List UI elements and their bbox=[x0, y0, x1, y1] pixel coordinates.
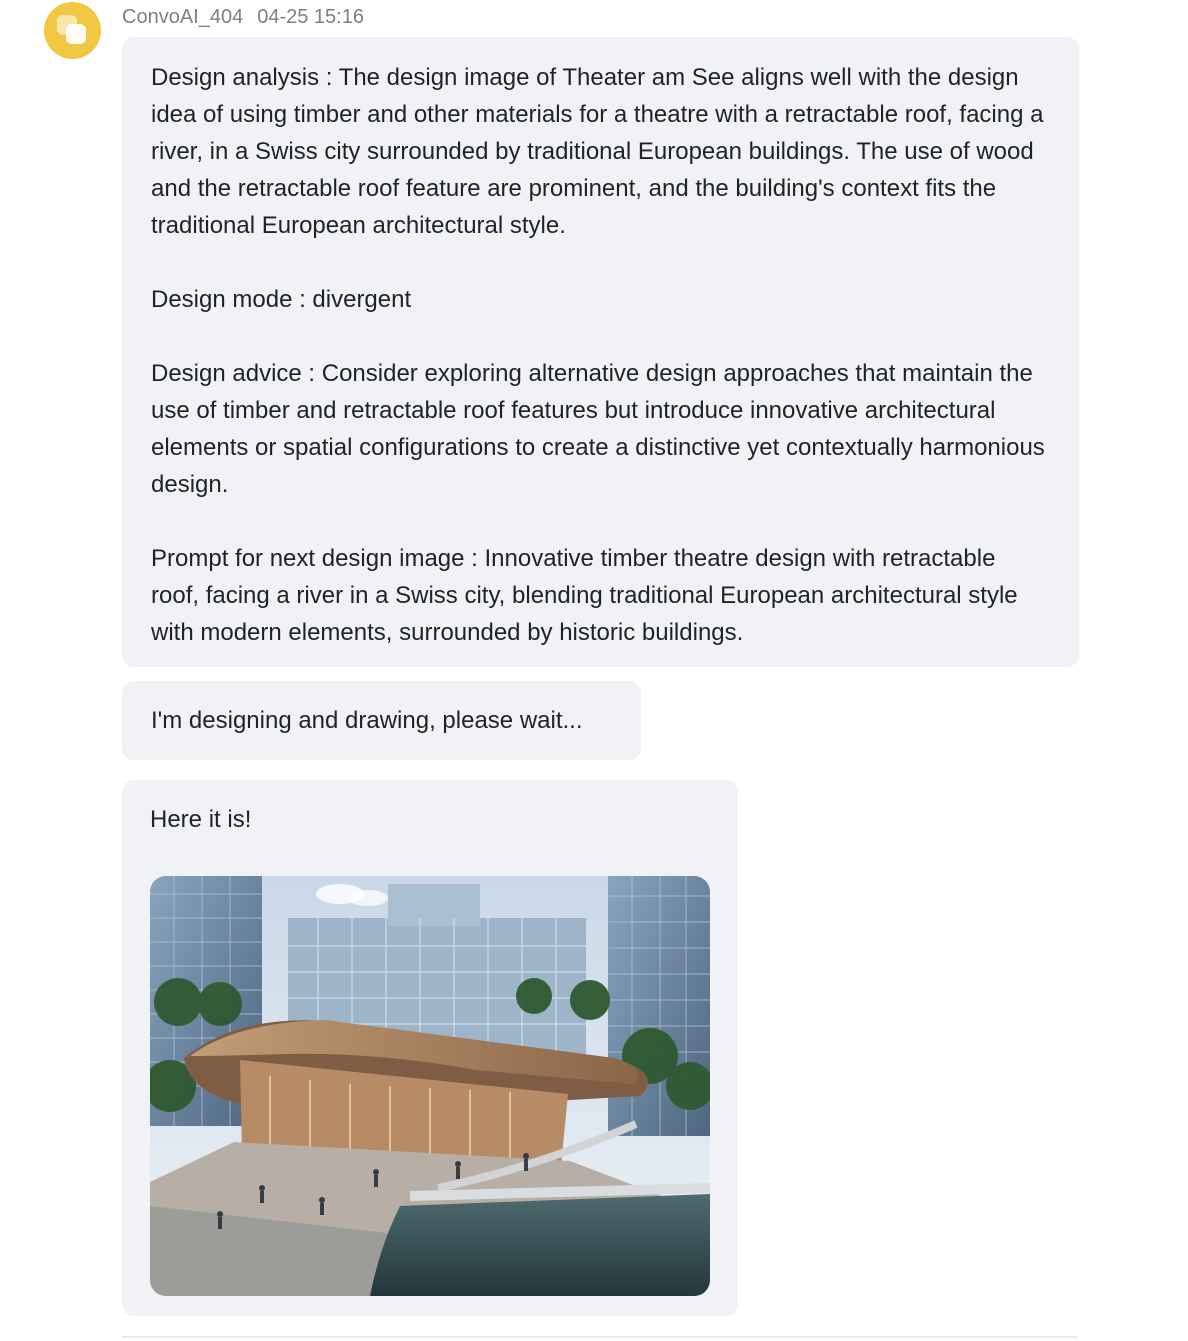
design-mode-text: Design mode : divergent bbox=[151, 286, 412, 313]
assistant-avatar bbox=[44, 2, 101, 59]
architecture-render-image[interactable] bbox=[150, 876, 710, 1296]
next-message-edge bbox=[122, 1336, 1077, 1341]
result-message-text: Here it is! bbox=[150, 806, 252, 833]
message-timestamp: 04-25 15:16 bbox=[257, 6, 364, 28]
wait-message-bubble: I'm designing and drawing, please wait..… bbox=[122, 681, 641, 760]
next-image-prompt-text: Prompt for next design image : Innovativ… bbox=[151, 545, 1025, 646]
copy-icon bbox=[56, 14, 89, 47]
design-analysis-text: Design analysis : The design image of Th… bbox=[151, 64, 1051, 239]
design-feedback-bubble: Design analysis : The design image of Th… bbox=[122, 37, 1079, 667]
assistant-message: ConvoAI_404 04-25 15:16 Design analysis … bbox=[0, 0, 1188, 1341]
design-advice-text: Design advice : Consider exploring alter… bbox=[151, 360, 1052, 498]
wait-message-text: I'm designing and drawing, please wait..… bbox=[151, 707, 583, 734]
sender-name: ConvoAI_404 bbox=[122, 6, 244, 28]
result-message-bubble: Here it is! bbox=[122, 780, 738, 1316]
message-header: ConvoAI_404 04-25 15:16 bbox=[122, 4, 364, 30]
